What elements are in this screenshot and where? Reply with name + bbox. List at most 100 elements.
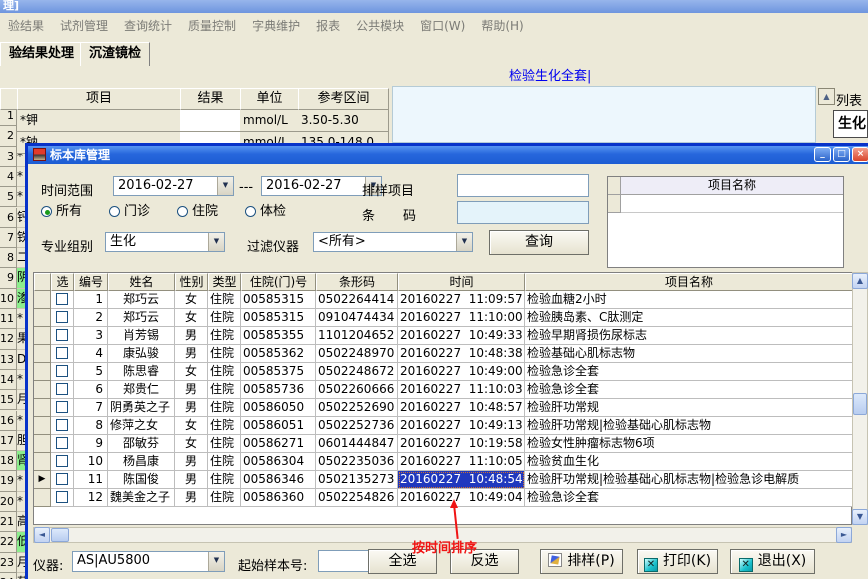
grid-cell-name[interactable]: 魏美金之子 (108, 489, 175, 507)
grid-row-11[interactable]: ▶ 11 陈国俊男住院 00586346 0502135273 20160227 10:4… (34, 471, 853, 489)
scroll-up-icon[interactable]: ▲ (852, 273, 868, 289)
grid-header-5[interactable]: 类型 (208, 273, 241, 291)
radio-all[interactable]: 所有 (41, 205, 82, 219)
row-checkbox-cell[interactable] (51, 327, 74, 345)
grid-row-9[interactable]: 9 邵敏芬女住院 00586271 0601444847 20160227 10:19:… (34, 435, 853, 453)
checkbox-icon[interactable] (56, 437, 68, 449)
grid-cell-barcode[interactable]: 0601444847 (316, 435, 398, 453)
grid-header-3[interactable]: 姓名 (108, 273, 175, 291)
grid-cell-no[interactable]: 6 (74, 381, 108, 399)
instrument-filter-combo[interactable]: <所有> ▼ (313, 232, 473, 252)
grid-cell-type[interactable]: 住院 (208, 291, 241, 309)
grid-cell-sex[interactable]: 女 (175, 435, 208, 453)
checkbox-icon[interactable] (56, 419, 68, 431)
grid-cell-time[interactable]: 20160227 10:49:00 (398, 363, 525, 381)
grid-cell-items[interactable]: 检验肝功常规|检验基础心肌标志物|检验急诊电解质 (525, 471, 853, 489)
row-checkbox-cell[interactable] (51, 309, 74, 327)
grid-cell-hosp_no[interactable]: 00585355 (241, 327, 316, 345)
grid-row-4[interactable]: 4 康弘骏男住院 00585362 0502248970 20160227 10:48:… (34, 345, 853, 363)
grid-cell-time[interactable]: 20160227 11:10:03 (398, 381, 525, 399)
grid-cell-type[interactable]: 住院 (208, 327, 241, 345)
minimize-icon[interactable]: _ (814, 147, 831, 162)
row-checkbox-cell[interactable] (51, 417, 74, 435)
scroll-left-icon[interactable]: ◄ (34, 527, 50, 543)
menu-item-9[interactable]: 帮助(H) (473, 13, 531, 39)
grid-cell-sex[interactable]: 男 (175, 399, 208, 417)
row-checkbox-cell[interactable] (51, 381, 74, 399)
row-indicator[interactable] (34, 489, 51, 507)
grid-cell-type[interactable]: 住院 (208, 435, 241, 453)
grid-cell-time[interactable]: 20160227 10:48:54 (398, 471, 525, 489)
assay-set-link[interactable]: 检验生化全套| (509, 65, 591, 84)
radio-physical[interactable]: 体检 (245, 205, 286, 219)
grid-cell-sex[interactable]: 男 (175, 453, 208, 471)
chevron-down-icon[interactable]: ▼ (208, 552, 224, 571)
grid-cell-items[interactable]: 检验肝功常规|检验基础心肌标志物 (525, 417, 853, 435)
grid-cell-hosp_no[interactable]: 00585736 (241, 381, 316, 399)
grid-cell-hosp_no[interactable]: 00586051 (241, 417, 316, 435)
menu-item-5[interactable]: 字典维护 (244, 13, 308, 39)
menu-item-3[interactable]: 查询统计 (116, 13, 180, 39)
scroll-up-icon[interactable]: ▲ (818, 88, 835, 105)
grid-cell-items[interactable]: 检验贫血生化 (525, 453, 853, 471)
grid-cell-hosp_no[interactable]: 00586271 (241, 435, 316, 453)
grid-cell-barcode[interactable]: 0502260666 (316, 381, 398, 399)
grid-cell-barcode[interactable]: 0502235036 (316, 453, 398, 471)
chevron-down-icon[interactable]: ▼ (456, 233, 472, 251)
checkbox-icon[interactable] (56, 311, 68, 323)
panel-empty-row[interactable] (621, 195, 843, 213)
grid-cell-time[interactable]: 20160227 10:49:13 (398, 417, 525, 435)
query-button[interactable]: 查询 (489, 230, 589, 255)
row-checkbox-cell[interactable] (51, 399, 74, 417)
grid-cell-time[interactable]: 20160227 10:48:38 (398, 345, 525, 363)
row-checkbox-cell[interactable] (51, 489, 74, 507)
grid-row-10[interactable]: 10 杨昌康男住院 00586304 0502235036 20160227 11:10… (34, 453, 853, 471)
restore-icon[interactable]: □ (833, 147, 850, 162)
grid-cell-no[interactable]: 5 (74, 363, 108, 381)
scroll-right-icon[interactable]: ► (836, 527, 852, 543)
grid-cell-no[interactable]: 2 (74, 309, 108, 327)
grid-cell-no[interactable]: 11 (74, 471, 108, 489)
menu-item-4[interactable]: 质量控制 (180, 13, 244, 39)
radio-inpatient[interactable]: 住院 (177, 205, 218, 219)
row-indicator[interactable] (34, 309, 51, 327)
grid-cell-hosp_no[interactable]: 00585375 (241, 363, 316, 381)
grid-cell-name[interactable]: 杨昌康 (108, 453, 175, 471)
grid-row-1[interactable]: 1 郑巧云女住院 00585315 0502264414 20160227 11:09:… (34, 291, 853, 309)
grid-cell-barcode[interactable]: 0502264414 (316, 291, 398, 309)
menu-item-8[interactable]: 窗口(W) (412, 13, 473, 39)
chevron-down-icon[interactable]: ▼ (208, 233, 224, 251)
tab-result-processing[interactable]: 验结果处理 (0, 42, 84, 66)
grid-cell-name[interactable]: 修萍之女 (108, 417, 175, 435)
grid-cell-time[interactable]: 20160227 10:48:57 (398, 399, 525, 417)
menu-item-6[interactable]: 报表 (308, 13, 348, 39)
grid-cell-sex[interactable]: 男 (175, 345, 208, 363)
hscroll-thumb[interactable] (51, 528, 69, 542)
grid-cell-sex[interactable]: 女 (175, 309, 208, 327)
grid-cell-hosp_no[interactable]: 00586346 (241, 471, 316, 489)
grid-cell-name[interactable]: 陈国俊 (108, 471, 175, 489)
menu-item-2[interactable]: 试剂管理 (52, 13, 116, 39)
grid-cell-time[interactable]: 20160227 10:19:58 (398, 435, 525, 453)
grid-cell-sex[interactable]: 女 (175, 363, 208, 381)
grid-cell-no[interactable]: 12 (74, 489, 108, 507)
group-combo[interactable]: 生化 ▼ (105, 232, 225, 252)
grid-cell-name[interactable]: 肖芳锡 (108, 327, 175, 345)
tab-sediment-exam[interactable]: 沉渣镜检 (80, 42, 151, 66)
radio-outpatient[interactable]: 门诊 (109, 205, 150, 219)
grid-cell-time[interactable]: 20160227 10:49:33 (398, 327, 525, 345)
grid-cell-hosp_no[interactable]: 00585362 (241, 345, 316, 363)
grid-cell-no[interactable]: 1 (74, 291, 108, 309)
grid-header-8[interactable]: 时间 (398, 273, 525, 291)
grid-cell-type[interactable]: 住院 (208, 489, 241, 507)
grid-row-8[interactable]: 8 修萍之女女住院 00586051 0502252736 20160227 10:49… (34, 417, 853, 435)
grid-cell-no[interactable]: 7 (74, 399, 108, 417)
row-checkbox-cell[interactable] (51, 345, 74, 363)
grid-cell-barcode[interactable]: 0910474434 (316, 309, 398, 327)
checkbox-icon[interactable] (56, 329, 68, 341)
checkbox-icon[interactable] (56, 401, 68, 413)
grid-cell-time[interactable]: 20160227 11:10:05 (398, 453, 525, 471)
row-indicator[interactable] (34, 363, 51, 381)
grid-cell-type[interactable]: 住院 (208, 381, 241, 399)
vscroll-thumb[interactable] (853, 393, 867, 415)
